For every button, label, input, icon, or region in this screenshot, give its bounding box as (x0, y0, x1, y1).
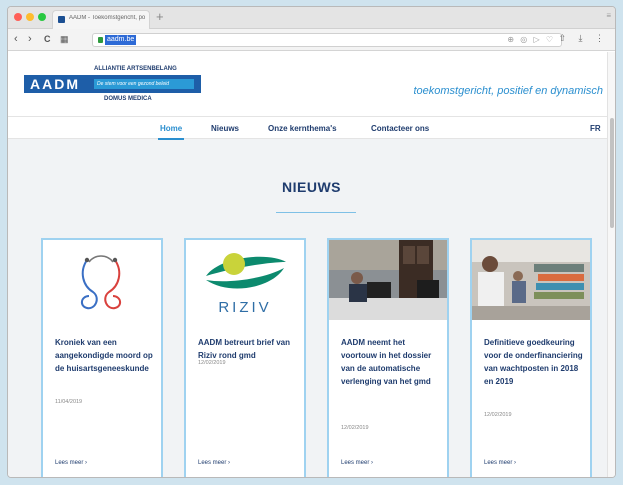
card-date: 12/02/2019 (198, 360, 226, 366)
page-scrollbar[interactable] (607, 52, 615, 477)
card-date: 12/02/2019 (341, 425, 369, 431)
office-photo (329, 240, 447, 320)
browser-tab[interactable]: AADM - Toekomstgericht, po (52, 10, 150, 29)
section-divider (276, 212, 356, 213)
card-title[interactable]: Definitieve goedkeuring voor de onderfin… (484, 336, 584, 388)
new-tab-button[interactable]: + (156, 9, 164, 25)
logo-top-text: ALLIANTIE ARTSENBELANG (94, 66, 177, 72)
browser-toolbar: ‹ › C ▦ aadm.be ⊕ ◎ ▷ ♡ ⇧ ⤓ ⋮ (8, 29, 615, 51)
card-title[interactable]: Kroniek van een aangekondigde moord op d… (55, 336, 155, 375)
maximize-window-button[interactable] (38, 13, 46, 21)
riziv-logo-text: RIZIV (218, 299, 271, 316)
nav-item-kernthemas[interactable]: Onze kernthema's (268, 124, 337, 133)
toolbar-actions-icons[interactable]: ⇧ ⤓ ⋮ (558, 33, 609, 44)
read-more-link[interactable]: Lees meer › (55, 460, 87, 466)
stethoscope-image (43, 240, 161, 320)
section-title: NIEUWS (282, 179, 341, 195)
close-window-button[interactable] (14, 13, 22, 21)
logo-main-text: AADM (30, 76, 80, 92)
logo-bottom-text: DOMUS MEDICA (104, 96, 152, 102)
lock-icon (98, 37, 103, 43)
nav-item-contact[interactable]: Contacteer ons (371, 124, 429, 133)
nav-item-nieuws[interactable]: Nieuws (211, 124, 239, 133)
news-card[interactable]: Definitieve goedkeuring voor de onderfin… (470, 238, 592, 477)
forward-button[interactable]: › (28, 32, 32, 46)
news-card[interactable]: RIZIV AADM betreurt brief van Riziv rond… (184, 238, 306, 477)
main-nav: Home Nieuws Onze kernthema's Contacteer … (8, 116, 615, 140)
tab-title: AADM - Toekomstgericht, po (69, 15, 146, 21)
logo-slogan: De stem voor een gezond beleid (94, 79, 194, 89)
riziv-logo: RIZIV (186, 240, 304, 320)
nav-item-home[interactable]: Home (157, 124, 185, 140)
address-bar-icons[interactable]: ⊕ ◎ ▷ ♡ (507, 35, 555, 44)
aadm-logo[interactable]: ALLIANTIE ARTSENBELANG AADM De stem voor… (24, 66, 201, 110)
card-title[interactable]: AADM betreurt brief van Riziv rond gmd (198, 336, 298, 362)
logo-bar: AADM De stem voor een gezond beleid (24, 75, 201, 93)
read-more-link[interactable]: Lees meer › (198, 460, 230, 466)
browser-window: AADM - Toekomstgericht, po + ≡ ‹ › C ▦ a… (7, 6, 616, 478)
read-more-link[interactable]: Lees meer › (341, 460, 373, 466)
web-page: ALLIANTIE ARTSENBELANG AADM De stem voor… (8, 52, 615, 477)
language-switch-fr[interactable]: FR (590, 124, 601, 133)
minimize-window-button[interactable] (26, 13, 34, 21)
scrollbar-thumb[interactable] (610, 118, 614, 228)
site-header: ALLIANTIE ARTSENBELANG AADM De stem voor… (8, 52, 615, 116)
grid-icon[interactable]: ▦ (60, 32, 69, 46)
read-more-link[interactable]: Lees meer › (484, 460, 516, 466)
tab-menu-icon[interactable]: ≡ (606, 11, 611, 20)
back-button[interactable]: ‹ (14, 32, 18, 46)
news-card[interactable]: AADM neemt het voortouw in het dossier v… (327, 238, 449, 477)
site-tagline: toekomstgericht, positief en dynamisch (413, 85, 603, 97)
url-text[interactable]: aadm.be (105, 35, 137, 45)
card-date: 12/02/2019 (484, 412, 512, 418)
reload-button[interactable]: C (44, 32, 51, 46)
desk-photo (472, 240, 590, 320)
card-title[interactable]: AADM neemt het voortouw in het dossier v… (341, 336, 441, 388)
card-date: 11/04/2019 (55, 399, 83, 405)
favicon-icon (58, 16, 65, 23)
tab-bar: AADM - Toekomstgericht, po + ≡ (8, 7, 615, 29)
news-card[interactable]: Kroniek van een aangekondigde moord op d… (41, 238, 163, 477)
address-bar[interactable]: aadm.be ⊕ ◎ ▷ ♡ (92, 33, 562, 47)
